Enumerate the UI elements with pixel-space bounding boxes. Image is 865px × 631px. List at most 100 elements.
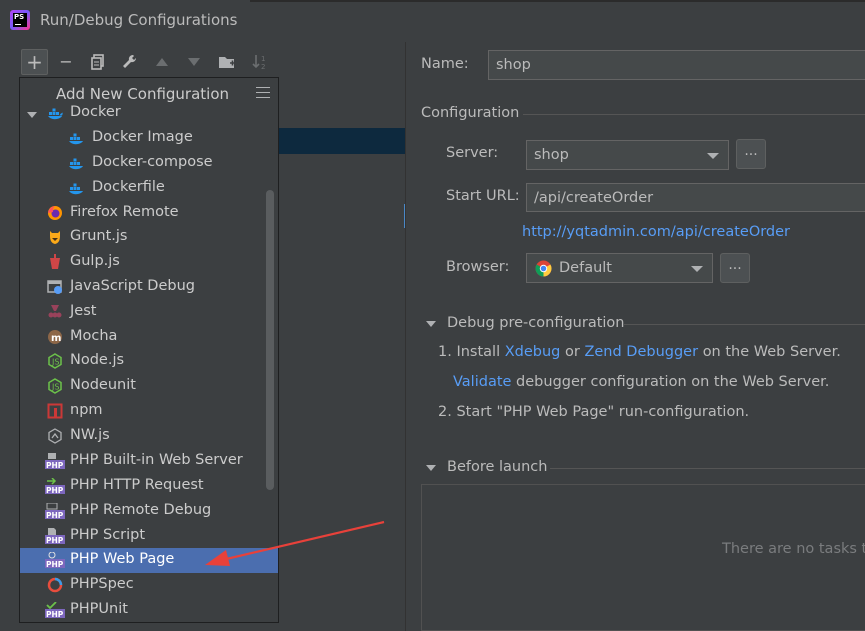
popup-item-phpspec[interactable]: PHPSpec [20, 573, 278, 598]
popup-item-label: Node.js [70, 352, 125, 368]
step-1-prefix: 1. Install [438, 344, 501, 360]
sort-icon: 12 [252, 55, 265, 71]
server-value: shop [534, 147, 569, 163]
php-icon: PHP [45, 503, 65, 519]
popup-item-label: JavaScript Debug [70, 278, 195, 294]
new-folder-button[interactable] [215, 52, 239, 72]
xdebug-link[interactable]: Xdebug [505, 344, 561, 360]
title-bar: PS Run/Debug Configurations [0, 0, 865, 42]
remove-configuration-button[interactable]: − [54, 52, 78, 72]
popup-item-label: PHPUnit [70, 601, 128, 617]
popup-item-label: Docker [70, 104, 121, 120]
arrow-up-icon [156, 58, 168, 66]
php-icon: PHP [45, 478, 65, 494]
configuration-section-title: Configuration [421, 105, 520, 121]
popup-item-label: PHP HTTP Request [70, 477, 204, 493]
name-label: Name: [421, 56, 469, 72]
browser-combobox[interactable]: Default [526, 253, 713, 283]
docker-icon [69, 133, 83, 145]
popup-item-gulpjs[interactable]: Gulp.js [20, 250, 278, 275]
wrench-icon [123, 54, 137, 68]
browser-browse-button[interactable]: ... [720, 253, 750, 283]
popup-item-gruntjs[interactable]: Grunt.js [20, 225, 278, 250]
popup-item-jest[interactable]: Jest [20, 300, 278, 325]
popup-item-label: PHP Built-in Web Server [70, 452, 243, 468]
expand-arrow-icon[interactable] [27, 112, 37, 118]
mocha-icon: m [48, 330, 62, 344]
popup-item-php-remote-debug[interactable]: PHP PHP Remote Debug [20, 499, 278, 524]
docker-icon [47, 108, 63, 120]
server-browse-button[interactable]: ... [736, 139, 766, 169]
tree-selected-row[interactable] [278, 128, 406, 154]
validate-suffix: debugger configuration on the Web Server… [516, 374, 830, 390]
popup-item-label: PHPSpec [70, 576, 134, 592]
popup-item-label: Dockerfile [92, 179, 165, 195]
full-url-link[interactable]: http://yqtadmin.com/api/createOrder [522, 224, 790, 240]
add-configuration-button[interactable]: + [21, 49, 48, 75]
chrome-icon [535, 260, 552, 277]
move-down-button[interactable] [182, 52, 206, 72]
popup-item-label: NW.js [70, 427, 110, 443]
configuration-separator [523, 114, 865, 115]
copy-configuration-button[interactable] [86, 52, 110, 72]
popup-item-label: Firefox Remote [70, 204, 179, 220]
popup-item-firefox-remote[interactable]: Firefox Remote [20, 201, 278, 226]
svg-text:PHP: PHP [46, 536, 64, 544]
php-icon: PHP [45, 528, 65, 544]
php-icon: PHP [45, 453, 65, 469]
svg-text:PHP: PHP [46, 560, 64, 568]
before-launch-separator [550, 468, 865, 469]
popup-item-label: Docker Image [92, 129, 193, 145]
sort-button[interactable]: 12 [248, 52, 272, 72]
debug-step-1: 1. Install Xdebug or Zend Debugger on th… [438, 344, 841, 360]
javascript-debug-icon [47, 280, 62, 294]
collapse-arrow-icon[interactable] [426, 321, 436, 327]
popup-item-npm[interactable]: npm [20, 399, 278, 424]
popup-item-nwjs[interactable]: NW.js [20, 424, 278, 449]
before-launch-title[interactable]: Before launch [447, 459, 547, 475]
copy-icon [91, 54, 104, 70]
nodeunit-icon: JS [48, 378, 62, 394]
window-title: Run/Debug Configurations [40, 11, 238, 29]
zend-debugger-link[interactable]: Zend Debugger [584, 344, 698, 360]
name-input[interactable]: shop [488, 50, 865, 80]
popup-item-php-script[interactable]: PHP PHP Script [20, 524, 278, 549]
start-url-input[interactable]: /api/createOrder [526, 183, 865, 212]
popup-item-php-http-request[interactable]: PHP PHP HTTP Request [20, 474, 278, 499]
popup-item-docker-compose[interactable]: Docker-compose [20, 151, 278, 176]
popup-item-dockerfile[interactable]: Dockerfile [20, 176, 278, 201]
popup-item-label: PHP Web Page [70, 551, 175, 567]
nwjs-icon [48, 428, 62, 444]
chevron-down-icon [707, 153, 719, 159]
svg-text:PHP: PHP [46, 486, 64, 494]
collapse-all-icon[interactable] [256, 83, 270, 101]
collapse-arrow-icon[interactable] [426, 465, 436, 471]
debug-preconfig-title[interactable]: Debug pre-configuration [447, 315, 624, 331]
add-new-configuration-popup: Add New Configuration Docker Docker Imag… [19, 77, 279, 623]
popup-item-label: Nodeunit [70, 377, 136, 393]
move-up-button[interactable] [150, 52, 174, 72]
edit-defaults-button[interactable] [118, 52, 142, 72]
popup-item-php-built-in-web-server[interactable]: PHP PHP Built-in Web Server [20, 449, 278, 474]
popup-item-mocha[interactable]: m Mocha [20, 325, 278, 350]
popup-item-php-web-page[interactable]: PHP PHP Web Page [20, 548, 278, 573]
server-combobox[interactable]: shop [526, 140, 729, 170]
popup-item-docker-image[interactable]: Docker Image [20, 126, 278, 151]
firefox-icon [48, 206, 62, 220]
popup-item-label: Jest [70, 303, 97, 319]
popup-item-nodejs[interactable]: JS Node.js [20, 349, 278, 374]
svg-text:2: 2 [261, 63, 265, 71]
svg-text:JS: JS [51, 383, 59, 392]
server-label: Server: [446, 145, 499, 161]
step-1-or: or [564, 344, 580, 360]
popup-scrollbar[interactable] [266, 190, 274, 490]
svg-text:PHP: PHP [46, 610, 64, 618]
jest-icon [48, 305, 62, 318]
popup-item-phpunit[interactable]: PHP PHPUnit [20, 598, 278, 622]
validate-link[interactable]: Validate [453, 374, 511, 390]
phpstorm-app-icon: PS [10, 10, 30, 30]
popup-title: Add New Configuration [56, 85, 230, 103]
popup-item-nodeunit[interactable]: JS Nodeunit [20, 374, 278, 399]
before-launch-task-list[interactable]: There are no tasks to [421, 484, 865, 631]
popup-item-javascript-debug[interactable]: JavaScript Debug [20, 275, 278, 300]
